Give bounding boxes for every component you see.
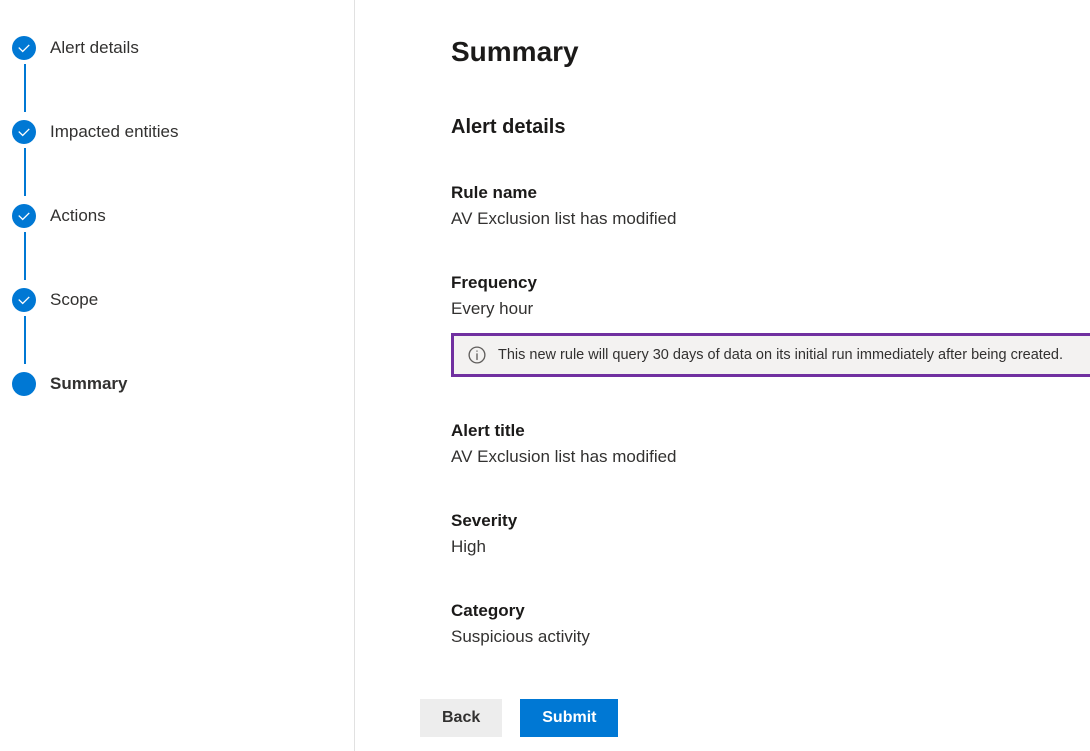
field-label: Category <box>451 601 1090 621</box>
submit-button[interactable]: Submit <box>520 699 618 737</box>
step-label: Actions <box>50 206 106 226</box>
step-actions[interactable]: Actions <box>12 198 334 234</box>
field-label: Rule name <box>451 183 1090 203</box>
field-value: Every hour <box>451 299 1090 319</box>
step-scope[interactable]: Scope <box>12 282 334 318</box>
info-icon <box>468 346 486 364</box>
field-value: AV Exclusion list has modified <box>451 209 1090 229</box>
page-title: Summary <box>451 36 1090 68</box>
step-summary[interactable]: Summary <box>12 366 334 402</box>
step-label: Scope <box>50 290 98 310</box>
step-label: Impacted entities <box>50 122 179 142</box>
check-circle-icon <box>12 36 36 60</box>
info-banner-text: This new rule will query 30 days of data… <box>498 347 1063 363</box>
step-label: Summary <box>50 374 127 394</box>
field-alert-title: Alert title AV Exclusion list has modifi… <box>451 421 1090 467</box>
step-impacted-entities[interactable]: Impacted entities <box>12 114 334 150</box>
field-value: AV Exclusion list has modified <box>451 447 1090 467</box>
field-value: High <box>451 537 1090 557</box>
field-category: Category Suspicious activity <box>451 601 1090 647</box>
field-severity: Severity High <box>451 511 1090 557</box>
section-title: Alert details <box>451 116 1090 139</box>
step-label: Alert details <box>50 38 139 58</box>
check-circle-icon <box>12 204 36 228</box>
field-rule-name: Rule name AV Exclusion list has modified <box>451 183 1090 229</box>
info-banner: This new rule will query 30 days of data… <box>451 333 1090 377</box>
field-label: Severity <box>451 511 1090 531</box>
current-step-icon <box>12 372 36 396</box>
back-button[interactable]: Back <box>420 699 502 737</box>
field-label: Alert title <box>451 421 1090 441</box>
field-label: Frequency <box>451 273 1090 293</box>
check-circle-icon <box>12 288 36 312</box>
field-frequency: Frequency Every hour This new rule will … <box>451 273 1090 377</box>
wizard-sidebar: Alert details Impacted entities Actions <box>0 0 355 751</box>
field-value: Suspicious activity <box>451 627 1090 647</box>
check-circle-icon <box>12 120 36 144</box>
summary-panel: Summary Alert details Rule name AV Exclu… <box>355 0 1090 751</box>
step-alert-details[interactable]: Alert details <box>12 30 334 66</box>
wizard-footer: Back Submit <box>420 699 618 737</box>
